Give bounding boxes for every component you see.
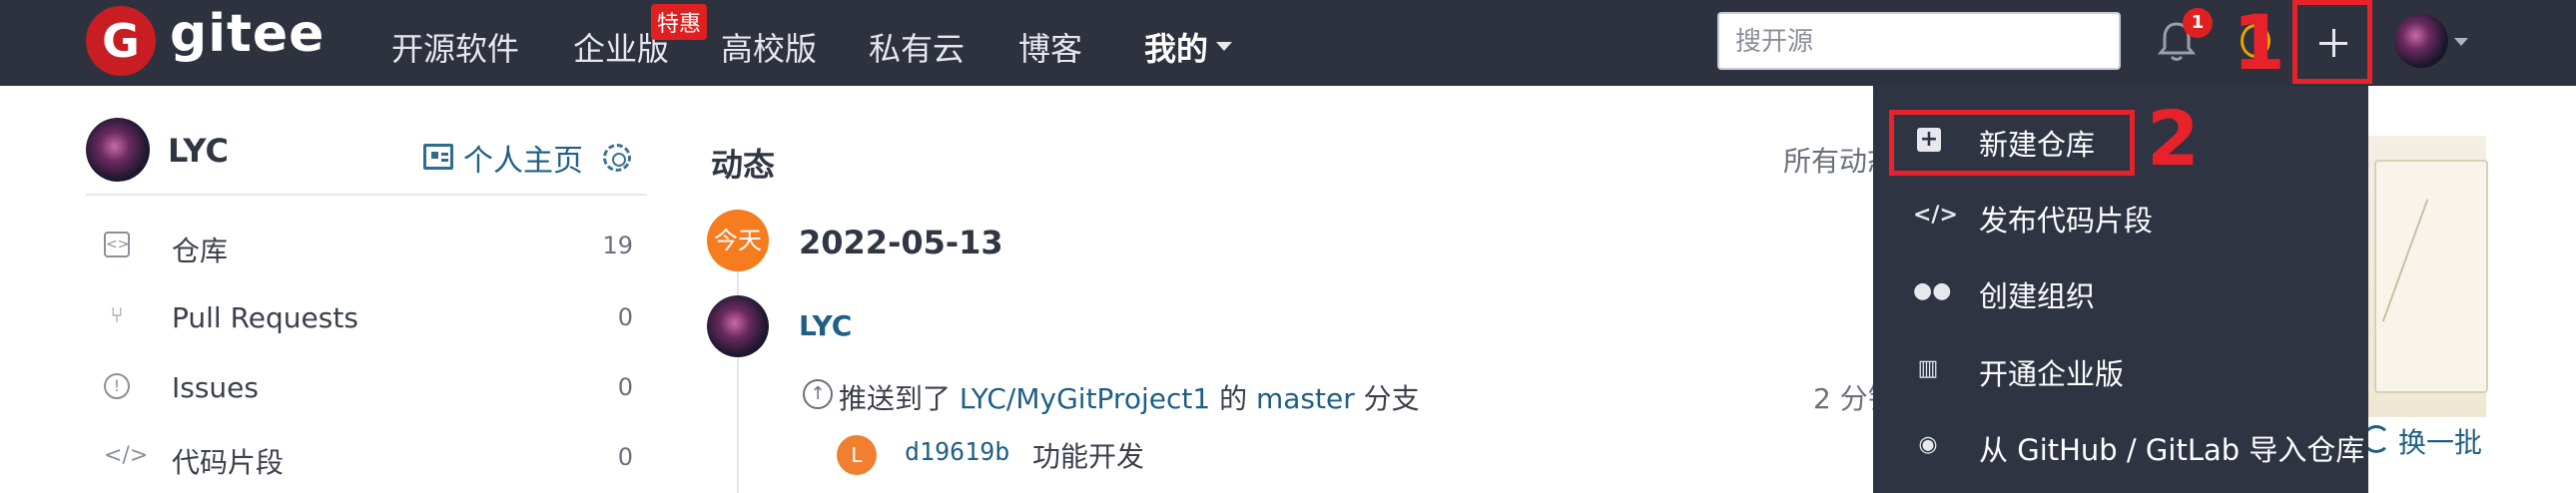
- create-plus-button[interactable]: [2292, 0, 2372, 84]
- search-input[interactable]: [1717, 12, 2121, 70]
- sidebar-user-name[interactable]: LYC: [168, 132, 229, 170]
- pull-request-icon: ⑂: [110, 303, 124, 328]
- sidebar-item-count: 0: [617, 303, 633, 331]
- user-avatar[interactable]: [2394, 14, 2448, 68]
- gitee-logo-icon[interactable]: G: [86, 6, 156, 76]
- nav-open-source[interactable]: 开源软件: [391, 24, 519, 70]
- profile-card-icon[interactable]: [423, 144, 453, 170]
- top-navbar: G gitee 开源软件 企业版 特惠 高校版 私有云 博客 我的 1 1: [0, 0, 2576, 86]
- building-icon: ▥: [1917, 356, 1939, 381]
- sidebar-item-count: 19: [602, 232, 633, 259]
- gitee-logo-text[interactable]: gitee: [170, 4, 324, 64]
- annotation-step-2: 2: [2147, 94, 2200, 183]
- code-snippet-icon: </>: [104, 443, 149, 468]
- menu-item-publish-snippet[interactable]: </> 发布代码片段: [1873, 178, 2368, 253]
- refresh-link[interactable]: 换一批: [2398, 421, 2482, 461]
- avatar-chevron-down-icon[interactable]: [2454, 38, 2468, 46]
- code-box-icon: <>: [104, 232, 130, 257]
- chevron-down-icon[interactable]: [1216, 42, 1232, 51]
- gear-icon[interactable]: [603, 144, 631, 172]
- menu-item-import-repo[interactable]: ◉ 从 GitHub / GitLab 导入仓库: [1873, 407, 2368, 483]
- sidebar-divider: [86, 194, 647, 196]
- sidebar-item-repos[interactable]: <> 仓库 19: [86, 212, 647, 281]
- sidebar-item-label: 代码片段: [172, 446, 285, 479]
- nav-mine[interactable]: 我的: [1144, 24, 1208, 70]
- sidebar-item-pull-requests[interactable]: ⑂ Pull Requests 0: [86, 283, 647, 353]
- push-arrow-icon: ↑: [803, 379, 833, 409]
- sidebar-item-snippets[interactable]: </> 代码片段 0: [86, 423, 647, 493]
- feed-date: 2022-05-13: [799, 224, 1003, 261]
- sidebar-item-label: Pull Requests: [172, 301, 358, 334]
- nav-university[interactable]: 高校版: [721, 24, 817, 70]
- feed-user-link[interactable]: LYC: [799, 309, 852, 342]
- code-icon: </>: [1913, 203, 1958, 228]
- menu-item-label: 创建组织: [1979, 279, 2096, 313]
- push-event-text: 推送到了 LYC/MyGitProject1 的 master 分支: [839, 377, 1420, 417]
- notification-badge: 1: [2183, 8, 2213, 38]
- sidebar-avatar[interactable]: [86, 118, 150, 182]
- menu-item-enterprise[interactable]: ▥ 开通企业版: [1873, 331, 2368, 407]
- sidebar-item-issues[interactable]: ! Issues 0: [86, 353, 647, 423]
- nav-private-cloud[interactable]: 私有云: [869, 24, 965, 70]
- sidebar-item-count: 0: [617, 373, 633, 401]
- commit-hash-link[interactable]: d19619b: [905, 437, 1009, 466]
- commit-message: 功能开发: [1032, 440, 1145, 473]
- push-action-text: 推送到了: [839, 382, 952, 415]
- repo-link[interactable]: LYC/MyGitProject1: [960, 382, 1210, 415]
- today-badge: 今天: [707, 210, 769, 271]
- push-mid-text: 的: [1219, 382, 1248, 415]
- feed-avatar[interactable]: [707, 295, 769, 357]
- commit-avatar[interactable]: L: [837, 435, 877, 475]
- annotation-highlight-box: [1889, 110, 2135, 176]
- nav-blog[interactable]: 博客: [1018, 24, 1082, 70]
- sidebar-item-label: Issues: [172, 371, 259, 404]
- menu-item-label: 发布代码片段: [1979, 204, 2154, 238]
- section-title: 动态: [711, 146, 776, 184]
- branch-link[interactable]: master: [1256, 382, 1355, 415]
- promo-badge: 特惠: [651, 4, 708, 40]
- menu-item-label: 从 GitHub / GitLab 导入仓库: [1979, 433, 2365, 467]
- annotation-step-1: 1: [2233, 0, 2285, 87]
- push-suffix-text: 分支: [1363, 382, 1420, 415]
- sidebar-item-count: 0: [617, 443, 633, 471]
- homepage-link[interactable]: 个人主页: [463, 136, 583, 180]
- page: G gitee 开源软件 企业版 特惠 高校版 私有云 博客 我的 1 1 LY…: [0, 0, 2576, 493]
- menu-item-create-org[interactable]: ●● 创建组织: [1873, 253, 2368, 329]
- group-icon: ●●: [1913, 278, 1952, 303]
- recommend-image[interactable]: [2362, 136, 2488, 417]
- issue-icon: !: [104, 373, 130, 399]
- menu-item-label: 开通企业版: [1979, 357, 2125, 391]
- sidebar-item-label: 仓库: [172, 235, 229, 267]
- github-icon: ◉: [1918, 432, 1938, 457]
